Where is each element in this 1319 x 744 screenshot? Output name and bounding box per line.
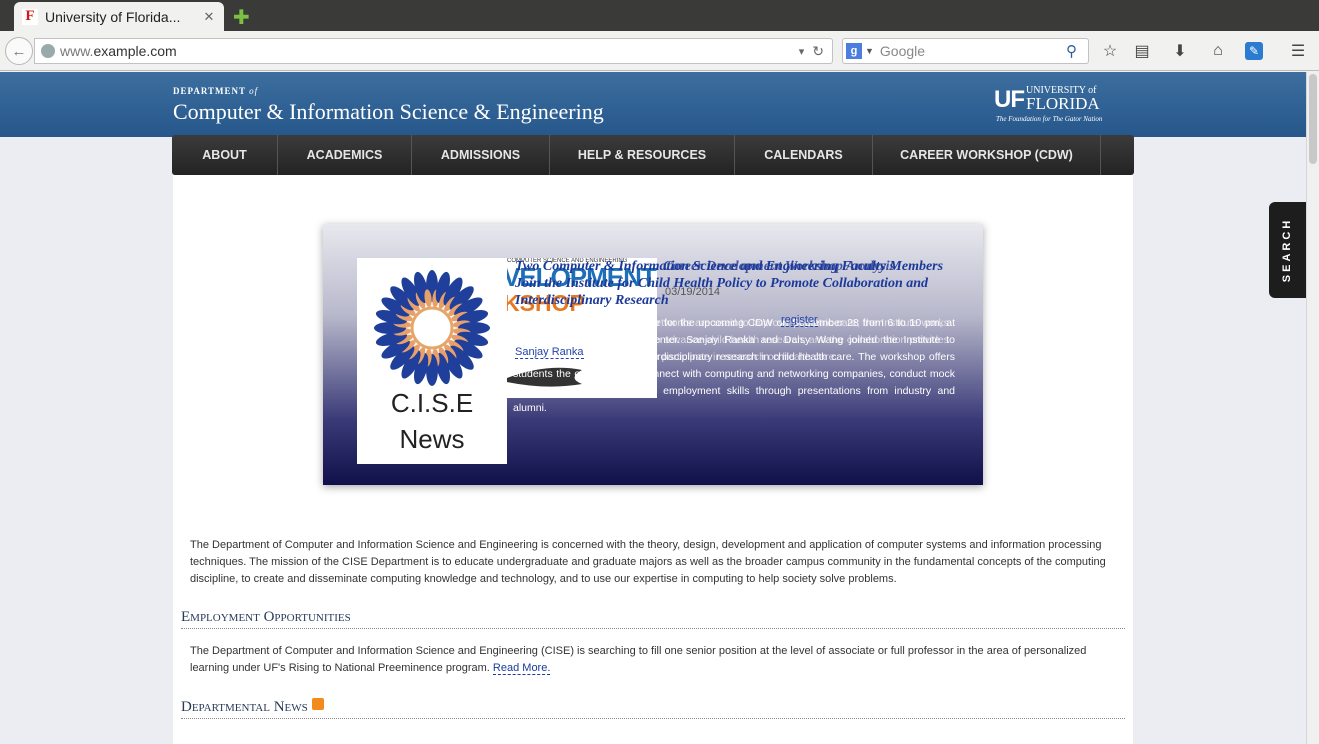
menu-item-academics[interactable]: ACADEMICS bbox=[278, 135, 412, 175]
menu-icon[interactable]: ☰ bbox=[1287, 40, 1309, 62]
main-menu: ABOUT ACADEMICS ADMISSIONS HELP & RESOUR… bbox=[172, 135, 1134, 175]
uf-logo[interactable]: UF UNIVERSITY of FLORIDA The Foundation fo… bbox=[994, 86, 1102, 124]
tab-title: University of Florida... bbox=[45, 8, 181, 25]
main-content: C.I.S.E News COMPUTER SCIENCE AND ENGINE… bbox=[173, 175, 1133, 744]
bookmark-star-icon[interactable]: ☆ bbox=[1099, 40, 1121, 62]
reading-list-icon[interactable]: ▤ bbox=[1131, 40, 1153, 62]
menu-item-admissions[interactable]: ADMISSIONS bbox=[412, 135, 550, 175]
scrollbar[interactable] bbox=[1306, 72, 1319, 744]
search-icon[interactable]: ⚲ bbox=[1066, 42, 1088, 60]
dept-label: DEPARTMENT of bbox=[173, 86, 259, 96]
tab-strip: F University of Florida... ✕ ✚ bbox=[0, 0, 1319, 31]
home-icon[interactable]: ⌂ bbox=[1207, 40, 1229, 62]
search-input[interactable]: Google bbox=[880, 43, 1066, 59]
url-text[interactable]: www.example.com bbox=[60, 43, 799, 59]
search-box[interactable]: g ▼ Google ⚲ bbox=[842, 38, 1089, 64]
news-heading: Departmental News bbox=[181, 698, 1125, 719]
globe-icon bbox=[41, 44, 55, 58]
cise-label: C.I.S.E bbox=[390, 388, 474, 418]
uf-favicon-icon: F bbox=[22, 8, 38, 25]
google-engine-icon[interactable]: g bbox=[846, 43, 862, 59]
sync-icon[interactable]: ✎ bbox=[1245, 42, 1263, 60]
url-domain: example.com bbox=[93, 43, 177, 59]
back-icon[interactable]: ← bbox=[5, 37, 33, 65]
employment-heading: Employment Opportunities bbox=[181, 609, 1125, 629]
dept-name[interactable]: Computer & Information Science & Enginee… bbox=[173, 99, 604, 125]
slide-body: Students, remember to register for the u… bbox=[513, 317, 955, 414]
register-link[interactable]: register bbox=[781, 314, 818, 327]
url-dropdown-icon[interactable]: ▾ bbox=[799, 45, 805, 58]
sunflower-logo-icon bbox=[374, 270, 490, 386]
new-tab-icon[interactable]: ✚ bbox=[233, 5, 250, 29]
site-header: DEPARTMENT of Computer & Information Sci… bbox=[0, 72, 1306, 137]
reload-icon[interactable]: ↻ bbox=[812, 43, 824, 60]
news-label: News bbox=[399, 424, 465, 454]
navigation-toolbar: ← www.example.com ▾ ↻ g ▼ Google ⚲ ☆ ▤ ⬇… bbox=[0, 31, 1319, 71]
slide-author-link[interactable]: Sanjay Ranka bbox=[515, 346, 584, 359]
search-side-tab[interactable]: SEARCH bbox=[1269, 202, 1306, 298]
url-prefix: www. bbox=[60, 43, 94, 59]
menu-item-help-resources[interactable]: HELP & RESOURCES bbox=[550, 135, 735, 175]
download-icon[interactable]: ⬇ bbox=[1169, 40, 1191, 62]
engine-dropdown-icon[interactable]: ▼ bbox=[865, 46, 874, 56]
employment-text: The Department of Computer and Informati… bbox=[190, 645, 1087, 675]
cise-news-image: C.I.S.E News bbox=[357, 258, 507, 464]
menu-item-about[interactable]: ABOUT bbox=[172, 135, 278, 175]
news-slider[interactable]: C.I.S.E News COMPUTER SCIENCE AND ENGINE… bbox=[323, 224, 983, 485]
close-tab-icon[interactable]: ✕ bbox=[202, 9, 216, 25]
slide-date: 03/19/2014 bbox=[665, 286, 721, 298]
web-page: DEPARTMENT of Computer & Information Sci… bbox=[0, 72, 1306, 744]
rss-icon[interactable] bbox=[311, 698, 324, 710]
department-intro: The Department of Computer and Informati… bbox=[190, 539, 1106, 585]
scrollbar-thumb[interactable] bbox=[1309, 74, 1317, 164]
read-more-link[interactable]: Read More. bbox=[492, 662, 551, 675]
menu-item-calendars[interactable]: CALENDARS bbox=[735, 135, 873, 175]
browser-tab[interactable]: F University of Florida... ✕ bbox=[14, 2, 224, 31]
slide-title[interactable]: Two Computer & Information Science and E… bbox=[515, 258, 955, 309]
menu-item-career-workshop[interactable]: CAREER WORKSHOP (CDW) bbox=[873, 135, 1101, 175]
address-bar[interactable]: www.example.com ▾ ↻ bbox=[34, 38, 833, 64]
